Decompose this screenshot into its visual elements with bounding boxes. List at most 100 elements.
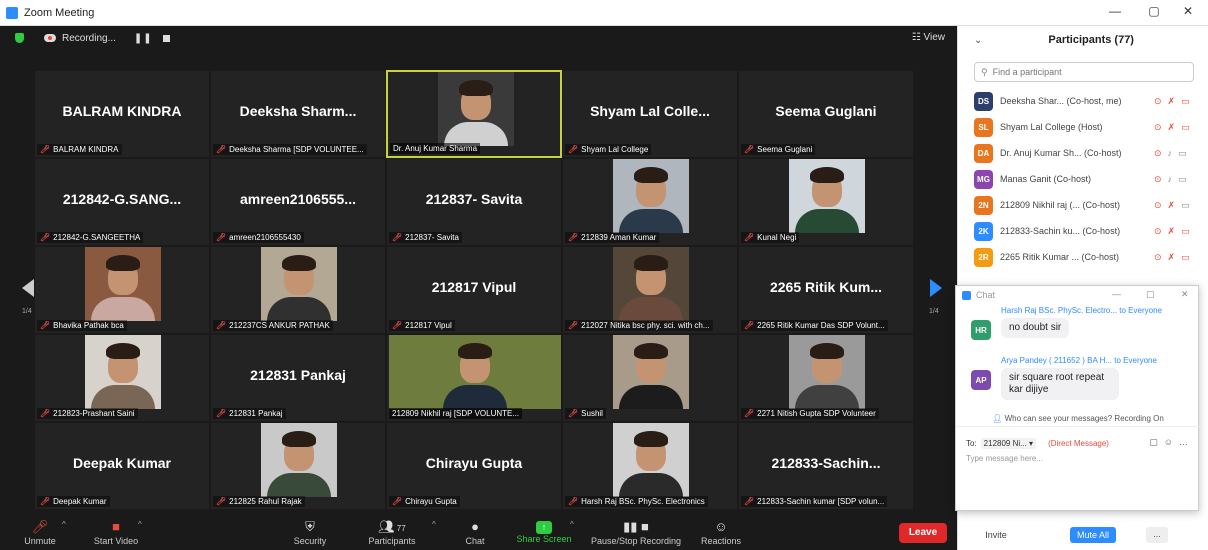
- participant-video: [613, 423, 689, 497]
- participant-row[interactable]: SL Shyam Lal College (Host) ⊙ ✗ ▭: [974, 114, 1208, 140]
- participant-list: DS Deeksha Shar... (Co-host, me) ⊙ ✗ ▭ SL Shya…: [974, 88, 1208, 270]
- chat-message: Harsh Raj BSc. PhySc. Electro... to Ever…: [971, 306, 1191, 340]
- video-tile[interactable]: 🎤︎ Bhavika Pathak bca: [34, 246, 210, 334]
- chat-button[interactable]: ● Chat: [458, 518, 492, 550]
- recording-icon: ⊙: [1154, 173, 1162, 184]
- meeting-toolbar: 🎤︎ Unmute ^ ■ Start Video ^ ⛨ Security 👥…: [0, 518, 957, 550]
- participant-name-label: 🎤︎ Deepak Kumar: [37, 496, 110, 507]
- video-tile[interactable]: Dr. Anuj Kumar Sharma: [386, 70, 562, 158]
- video-tile[interactable]: Seema Guglani 🎤︎ Seema Guglani: [738, 70, 914, 158]
- view-button[interactable]: ☷ View: [912, 32, 945, 43]
- unmute-button[interactable]: 🎤︎ Unmute ^: [20, 518, 66, 550]
- participant-row[interactable]: 2R 2265 Ritik Kumar ... (Co-host) ⊙ ✗ ▭: [974, 244, 1208, 270]
- person-hair: [282, 255, 316, 271]
- restore-button[interactable]: ▢: [1144, 4, 1164, 18]
- video-tile[interactable]: amreen2106555... 🎤︎ amreen2106555430: [210, 158, 386, 246]
- participant-name-label: 🎤︎ Bhavika Pathak bca: [37, 320, 127, 331]
- mic-muted-icon: 🎤︎: [216, 321, 227, 330]
- file-icon[interactable]: ▢: [1149, 437, 1158, 448]
- audio-options-chevron-icon[interactable]: ^: [62, 520, 66, 529]
- video-options-chevron-icon[interactable]: ^: [138, 520, 142, 529]
- share-screen-button[interactable]: ↑ Share Screen ^: [512, 518, 576, 550]
- cloud-record-icon: [44, 34, 56, 42]
- shield-icon[interactable]: [15, 33, 24, 43]
- participant-row[interactable]: MG Manas Ganit (Co-host) ⊙ ♪ ▭: [974, 166, 1208, 192]
- participant-row[interactable]: 2K 212833-Sachin ku... (Co-host) ⊙ ✗ ▭: [974, 218, 1208, 244]
- zoom-window: Zoom Meeting — ▢ ✕ Recording... ❚❚ ☷ Vie…: [0, 0, 1208, 550]
- participant-name: Deeksha Shar... (Co-host, me): [1000, 96, 1122, 106]
- participant-name: 212809 Nikhil raj (... (Co-host): [1000, 200, 1121, 210]
- participant-display-name: Shyam Lal Colle...: [590, 103, 710, 119]
- video-tile[interactable]: Shyam Lal Colle... 🎤︎ Shyam Lal College: [562, 70, 738, 158]
- chat-message-input[interactable]: [966, 454, 1186, 463]
- participant-row[interactable]: 2N 212809 Nikhil raj (... (Co-host) ⊙ ✗ ▭: [974, 192, 1208, 218]
- participant-video: [613, 335, 689, 409]
- participant-row[interactable]: DS Deeksha Shar... (Co-host, me) ⊙ ✗ ▭: [974, 88, 1208, 114]
- video-tile[interactable]: 2265 Ritik Kum... 🎤︎ 2265 Ritik Kumar Das …: [738, 246, 914, 334]
- video-tile[interactable]: 🎤︎ Kunal Negi: [738, 158, 914, 246]
- mic-muted-icon: 🎤︎: [216, 233, 227, 242]
- participant-row[interactable]: DA Dr. Anuj Kumar Sh... (Co-host) ⊙ ♪ ▭: [974, 140, 1208, 166]
- participant-display-name: 212833-Sachin...: [771, 455, 881, 471]
- video-tile[interactable]: 212833-Sachin... 🎤︎ 212833-Sachin kumar [S…: [738, 422, 914, 510]
- participants-title: Participants (77): [1048, 34, 1134, 46]
- meeting-top-bar: Recording... ❚❚ ☷ View: [0, 26, 957, 50]
- video-tile[interactable]: 🎤︎ Sushil: [562, 334, 738, 422]
- leave-button[interactable]: Leave: [899, 523, 947, 543]
- more-icon[interactable]: …: [1179, 437, 1188, 448]
- invite-button[interactable]: Invite: [974, 526, 1018, 544]
- emoji-icon[interactable]: ☺: [1164, 437, 1173, 448]
- previous-page-arrow-icon[interactable]: [22, 279, 34, 297]
- video-tile[interactable]: 🎤︎ 212027 Nitika bsc phy. sci. with ch...: [562, 246, 738, 334]
- security-button[interactable]: ⛨ Security: [290, 518, 330, 550]
- video-tile[interactable]: 212817 Vipul 🎤︎ 212817 Vipul: [386, 246, 562, 334]
- video-tile[interactable]: 212842-G.SANG... 🎤︎ 212842-G.SANGEETHA: [34, 158, 210, 246]
- person-hair: [106, 343, 140, 359]
- reactions-button[interactable]: ☺ Reactions: [698, 518, 744, 550]
- video-tile[interactable]: Chirayu Gupta 🎤︎ Chirayu Gupta: [386, 422, 562, 510]
- mic-muted-icon: 🎤︎: [216, 497, 227, 506]
- participant-search[interactable]: ⚲: [974, 62, 1194, 82]
- video-tile[interactable]: 🎤︎ 2271 Nitish Gupta SDP Volunteer: [738, 334, 914, 422]
- video-tile[interactable]: 212831 Pankaj 🎤︎ 212831 Pankaj: [210, 334, 386, 422]
- to-label: To:: [966, 439, 977, 448]
- mic-muted-icon: ✗: [1167, 95, 1176, 106]
- recipient-select[interactable]: 212809 Ni... ▾: [980, 438, 1037, 449]
- video-tile[interactable]: 212809 Nikhil raj [SDP VOLUNTE...: [386, 334, 562, 422]
- participant-name-label: 🎤︎ 2271 Nitish Gupta SDP Volunteer: [741, 408, 879, 419]
- chevron-down-icon[interactable]: ⌄: [974, 35, 982, 46]
- participants-button[interactable]: 👥︎ 77 Participants ^: [362, 518, 435, 550]
- share-options-chevron-icon[interactable]: ^: [570, 520, 574, 529]
- pause-stop-recording-button[interactable]: ▮▮ ■ Pause/Stop Recording: [586, 518, 686, 550]
- pause-recording-button[interactable]: ❚❚: [134, 33, 153, 44]
- search-input[interactable]: [992, 67, 1173, 77]
- next-page-arrow-icon[interactable]: [930, 279, 942, 297]
- recipient-row: To: 212809 Ni... ▾ (Direct Message): [966, 438, 1109, 449]
- start-video-button[interactable]: ■ Start Video ^: [86, 518, 146, 550]
- video-tile[interactable]: BALRAM KINDRA 🎤︎ BALRAM KINDRA: [34, 70, 210, 158]
- video-tile[interactable]: 212837- Savita 🎤︎ 212837- Savita: [386, 158, 562, 246]
- participants-chevron-icon[interactable]: ^: [432, 520, 436, 529]
- recording-text: Recording...: [62, 32, 116, 44]
- close-button[interactable]: ✕: [1178, 4, 1198, 18]
- more-options-button[interactable]: ...: [1146, 527, 1168, 543]
- mute-all-button[interactable]: Mute All: [1070, 527, 1116, 543]
- mic-muted-icon: 🎤︎: [40, 145, 51, 154]
- video-off-icon: ▭: [1181, 95, 1190, 106]
- video-tile[interactable]: 🎤︎ 212237CS ANKUR PATHAK: [210, 246, 386, 334]
- video-tile[interactable]: 🎤︎ 212823-Prashant Saini: [34, 334, 210, 422]
- chat-minimize-button[interactable]: —: [1112, 289, 1121, 299]
- avatar: 2R: [974, 247, 993, 267]
- video-tile[interactable]: 🎤︎ 212825 Rahul Rajak: [210, 422, 386, 510]
- video-tile[interactable]: 🎤︎ 212839 Aman Kumar: [562, 158, 738, 246]
- stop-recording-button[interactable]: [162, 34, 170, 42]
- video-tile[interactable]: Deeksha Sharm... 🎤︎ Deeksha Sharma [SDP VO…: [210, 70, 386, 158]
- chat-maximize-button[interactable]: ▢: [1146, 289, 1155, 300]
- chat-close-button[interactable]: ✕: [1181, 289, 1189, 300]
- video-grid: BALRAM KINDRA 🎤︎ BALRAM KINDRA Deeksha Shar…: [34, 70, 914, 510]
- who-can-see-messages[interactable]: 👤︎ Who can see your messages? Recording …: [956, 414, 1200, 423]
- video-tile[interactable]: 🎤︎ Harsh Raj BSc. PhySc. Electronics: [562, 422, 738, 510]
- participant-video: [85, 247, 161, 321]
- minimize-button[interactable]: —: [1105, 4, 1125, 18]
- video-tile[interactable]: Deepak Kumar 🎤︎ Deepak Kumar: [34, 422, 210, 510]
